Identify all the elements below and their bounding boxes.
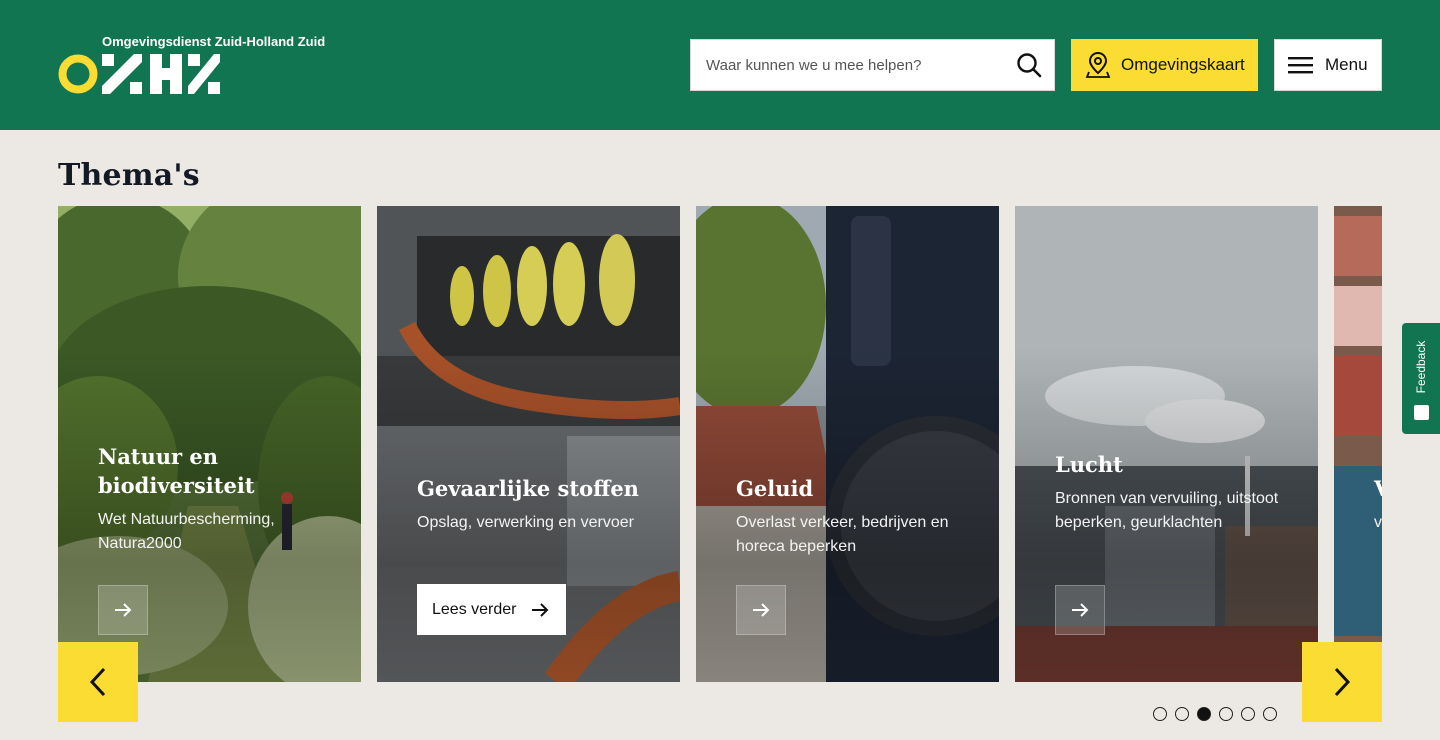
- carousel-pagination: [1153, 707, 1277, 721]
- menu-label: Menu: [1325, 55, 1368, 74]
- pagination-dot[interactable]: [1219, 707, 1233, 721]
- card-content: Geluid Overlast verkeer, bedrijven en ho…: [736, 474, 979, 559]
- pagination-dot[interactable]: [1153, 707, 1167, 721]
- ozhz-logo-mark: [58, 54, 220, 94]
- card-description: Overlast verkeer, bedrijven en horeca be…: [736, 514, 949, 555]
- card-title: Lucht: [1055, 452, 1123, 477]
- omgevingskaart-button[interactable]: Omgevingskaart: [1071, 39, 1258, 91]
- arrow-right-icon: [753, 603, 770, 617]
- carousel-next-button[interactable]: [1302, 642, 1382, 722]
- hamburger-icon: [1288, 57, 1313, 74]
- chevron-right-icon: [1334, 667, 1351, 697]
- card-title: Geluid: [736, 476, 814, 501]
- card-title: Natuur en biodiversiteit: [98, 444, 255, 498]
- theme-card-geluid[interactable]: Geluid Overlast verkeer, bedrijven en ho…: [696, 206, 999, 682]
- feedback-label: Feedback: [1414, 340, 1428, 394]
- arrow-right-icon: [115, 603, 132, 617]
- arrow-right-icon: [531, 602, 548, 617]
- shop-shelves-photo: [1334, 206, 1382, 682]
- pagination-dot[interactable]: [1175, 707, 1189, 721]
- theme-card-natuur[interactable]: Natuur en biodiversiteit Wet Natuurbesch…: [58, 206, 361, 682]
- feedback-tab[interactable]: Feedback: [1402, 323, 1440, 434]
- map-pin-icon: [1085, 51, 1111, 78]
- pagination-dot[interactable]: [1263, 707, 1277, 721]
- org-name: Omgevingsdienst Zuid-Holland Zuid: [102, 34, 326, 49]
- card-content: Natuur en biodiversiteit Wet Natuurbesch…: [98, 442, 341, 556]
- card-arrow-button[interactable]: [736, 585, 786, 635]
- theme-card-gevaarlijke-stoffen[interactable]: Gevaarlijke stoffen Opslag, verwerking e…: [377, 206, 680, 682]
- search-input[interactable]: [691, 40, 1001, 90]
- section-title: Thema's: [58, 158, 200, 193]
- chevron-left-icon: [89, 667, 106, 697]
- card-content: Gevaarlijke stoffen Opslag, verwerking e…: [417, 474, 660, 535]
- card-arrow-button[interactable]: [98, 585, 148, 635]
- smiley-icon: [1414, 405, 1429, 420]
- pagination-dot[interactable]: [1241, 707, 1255, 721]
- logo[interactable]: Omgevingsdienst Zuid-Holland Zuid: [58, 34, 325, 96]
- menu-button[interactable]: Menu: [1274, 39, 1382, 91]
- card-arrow-button[interactable]: [1055, 585, 1105, 635]
- site-header: Omgevingsdienst Zuid-Holland Zuid Omgevi…: [0, 0, 1440, 130]
- theme-card-lucht[interactable]: Lucht Bronnen van vervuiling, uitstoot b…: [1015, 206, 1318, 682]
- read-more-button[interactable]: Lees verder: [417, 584, 566, 635]
- card-content: Lucht Bronnen van vervuiling, uitstoot b…: [1055, 450, 1298, 535]
- pagination-dot-active[interactable]: [1197, 707, 1211, 721]
- card-title: Gevaarlijke stoffen: [417, 476, 639, 501]
- arrow-right-icon: [1072, 603, 1089, 617]
- carousel-prev-button[interactable]: [58, 642, 138, 722]
- omgevingskaart-label: Omgevingskaart: [1121, 55, 1245, 74]
- read-more-label: Lees verder: [432, 600, 517, 618]
- card-description: Wet Natuurbescherming, Natura2000: [98, 511, 275, 552]
- search-icon[interactable]: [1016, 52, 1042, 78]
- card-description: Bronnen van vervuiling, uitstoot beperke…: [1055, 490, 1279, 531]
- card-description: Opslag, verwerking en vervoer: [417, 514, 634, 531]
- search-bar: [690, 39, 1055, 91]
- theme-card-partial[interactable]: V v: [1334, 206, 1382, 682]
